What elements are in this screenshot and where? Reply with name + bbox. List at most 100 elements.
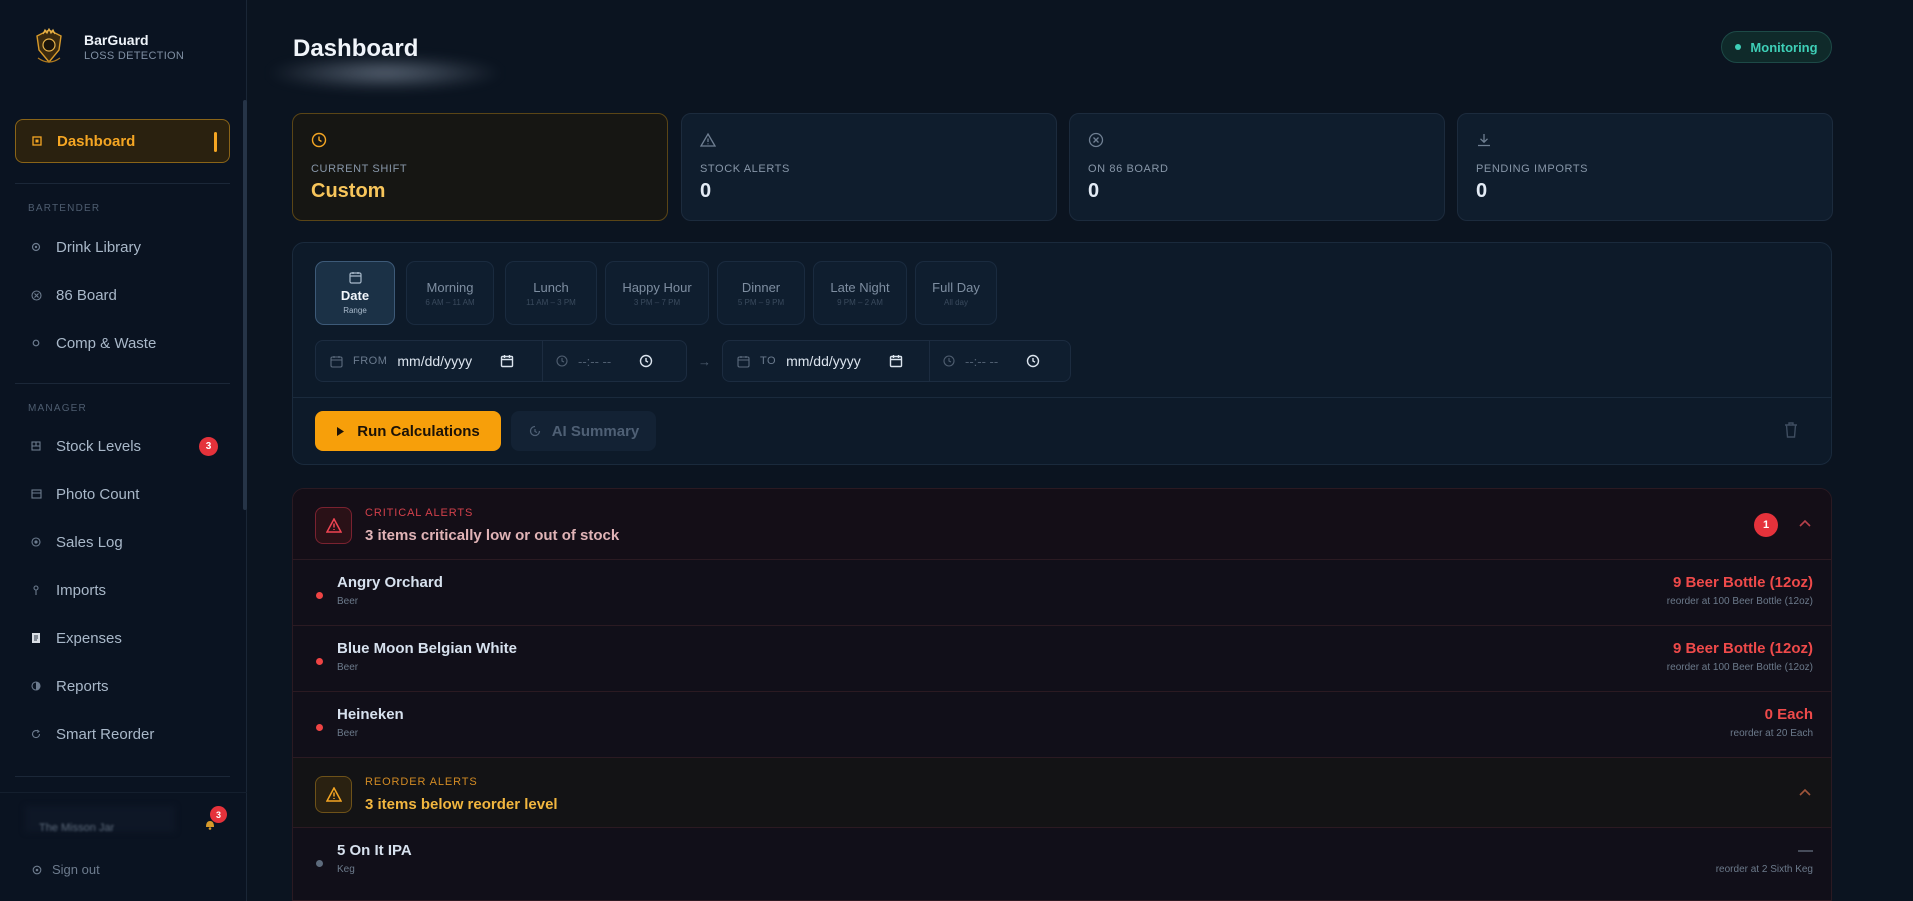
sidebar-item-86-board[interactable]: 86 Board (15, 273, 230, 317)
time-picker-icon[interactable] (1026, 354, 1040, 368)
reorder-alerts-kicker: REORDER ALERTS (365, 776, 478, 788)
calendar-picker-icon[interactable] (889, 354, 903, 368)
sidebar-item-label: Reports (56, 677, 109, 695)
sidebar-item-label: Stock Levels (56, 437, 142, 455)
shift-time: 11 AM – 3 PM (526, 297, 576, 307)
warning-icon (325, 518, 342, 533)
status-dot-icon (316, 724, 323, 731)
from-time-value: --:-- -- (578, 353, 612, 369)
sidebar-item-label: Smart Reorder (56, 725, 155, 743)
status-dot-icon (316, 658, 323, 665)
critical-alerts-subtitle: 3 items critically low or out of stock (365, 527, 620, 544)
chevron-up-icon[interactable] (1799, 519, 1811, 527)
shift-dinner-button[interactable]: Dinner 5 PM – 9 PM (717, 261, 805, 325)
table-row[interactable]: Heineken Beer 0 Each reorder at 20 Each (293, 691, 1831, 757)
table-row[interactable]: 5 On It IPA Keg — reorder at 2 Sixth Keg (293, 827, 1831, 893)
signout-link[interactable]: Sign out (32, 862, 100, 877)
square-dot-icon (31, 135, 43, 147)
time-picker-icon[interactable] (639, 354, 653, 368)
sidebar-item-label: Comp & Waste (56, 334, 157, 352)
stock-levels-badge: 3 (199, 437, 218, 456)
sidebar-item-label: 86 Board (56, 286, 117, 304)
stat-card-current-shift: CURRENT SHIFT Custom (292, 113, 668, 221)
stat-value: 0 (700, 180, 712, 202)
calendar-icon (330, 355, 343, 368)
chevron-up-icon[interactable] (1799, 788, 1811, 796)
target-icon (30, 536, 42, 548)
item-quantity: 9 Beer Bottle (12oz) (1672, 574, 1813, 591)
run-calculations-button[interactable]: Run Calculations (315, 411, 501, 451)
sidebar-scrollbar[interactable] (243, 100, 247, 510)
item-category: Beer (337, 596, 359, 607)
user-profile[interactable]: The Misson Jar 3 (15, 800, 230, 840)
shift-time: 3 PM – 7 PM (633, 297, 681, 307)
sidebar-item-dashboard[interactable]: Dashboard (15, 119, 230, 163)
shift-date-range-button[interactable]: Date Range (315, 261, 395, 325)
sidebar-item-imports[interactable]: Imports (15, 568, 230, 612)
section-label-manager: MANAGER (28, 403, 87, 414)
table-row[interactable]: Angry Orchard Beer 9 Beer Bottle (12oz) … (293, 559, 1831, 625)
critical-alerts-header[interactable]: CRITICAL ALERTS 3 items critically low o… (293, 489, 1831, 559)
from-range-group: FROM mm/dd/yyyy --:-- -- (315, 340, 687, 382)
settings-dot-icon (30, 241, 42, 253)
to-range-group: TO mm/dd/yyyy --:-- -- (722, 340, 1071, 382)
calendar-icon (348, 272, 362, 284)
user-name: The Misson Jar (39, 822, 115, 834)
monitoring-status-badge: Monitoring (1721, 31, 1832, 63)
sidebar-item-photo-count[interactable]: Photo Count (15, 472, 230, 516)
calendar-picker-icon[interactable] (500, 354, 514, 368)
shift-time: Range (343, 306, 367, 315)
item-quantity: 9 Beer Bottle (12oz) (1672, 640, 1813, 657)
circle-x-icon (30, 289, 42, 301)
box-icon (30, 440, 42, 452)
sidebar-item-stock-levels[interactable]: Stock Levels 3 (15, 424, 230, 468)
from-time-field[interactable]: --:-- -- (556, 341, 653, 381)
critical-count-badge: 1 (1754, 513, 1778, 537)
sidebar-item-label: Photo Count (56, 485, 140, 503)
sidebar-item-drink-library[interactable]: Drink Library (15, 225, 230, 269)
sidebar-item-reports[interactable]: Reports (15, 664, 230, 708)
divider (15, 383, 230, 384)
divider (0, 792, 247, 793)
shift-full-day-button[interactable]: Full Day All day (915, 261, 997, 325)
reorder-alerts-header[interactable]: REORDER ALERTS 3 items below reorder lev… (293, 757, 1831, 827)
shift-lunch-button[interactable]: Lunch 11 AM – 3 PM (505, 261, 597, 325)
item-name: Blue Moon Belgian White (337, 640, 517, 657)
item-reorder-level: reorder at 100 Beer Bottle (12oz) (1666, 662, 1813, 673)
item-quantity: — (1798, 842, 1813, 859)
to-time-value: --:-- -- (965, 353, 999, 369)
ai-summary-button[interactable]: AI Summary (511, 411, 656, 451)
sidebar: BarGuard LOSS DETECTION Dashboard BARTEN… (0, 0, 247, 901)
shift-morning-button[interactable]: Morning 6 AM – 11 AM (406, 261, 494, 325)
to-time-field[interactable]: --:-- -- (943, 341, 1040, 381)
shift-time: 5 PM – 9 PM (737, 297, 785, 307)
section-label-bartender: BARTENDER (28, 203, 101, 214)
sidebar-item-expenses[interactable]: Expenses (15, 616, 230, 660)
arrow-right-icon: → (698, 354, 711, 369)
sidebar-item-smart-reorder[interactable]: Smart Reorder (15, 712, 230, 756)
sidebar-item-sales-log[interactable]: Sales Log (15, 520, 230, 564)
item-category: Keg (337, 864, 355, 875)
image-icon (30, 488, 42, 500)
shift-happy-hour-button[interactable]: Happy Hour 3 PM – 7 PM (605, 261, 709, 325)
notification-badge: 3 (210, 806, 227, 823)
item-name: 5 On It IPA (337, 842, 412, 859)
to-date-field[interactable]: TO mm/dd/yyyy (737, 341, 903, 381)
item-quantity: 0 Each (1764, 706, 1813, 723)
status-dot-icon (316, 860, 323, 867)
table-row[interactable]: Blue Moon Belgian White Beer 9 Beer Bott… (293, 625, 1831, 691)
reorder-alerts-subtitle: 3 items below reorder level (365, 796, 558, 813)
stat-value: Custom (311, 180, 386, 202)
brand[interactable]: BarGuard LOSS DETECTION (28, 28, 184, 66)
item-reorder-level: reorder at 100 Beer Bottle (12oz) (1666, 596, 1813, 607)
from-date-field[interactable]: FROM mm/dd/yyyy (330, 341, 514, 381)
shift-late-night-button[interactable]: Late Night 9 PM – 2 AM (813, 261, 907, 325)
trash-icon[interactable] (1783, 421, 1799, 439)
sidebar-item-comp-waste[interactable]: Comp & Waste (15, 321, 230, 365)
shift-name: Happy Hour (622, 279, 692, 295)
sidebar-item-label: Drink Library (56, 238, 142, 256)
brand-name: BarGuard (84, 32, 149, 48)
item-reorder-level: reorder at 2 Sixth Keg (1715, 864, 1813, 875)
from-label: FROM (353, 355, 388, 367)
circle-x-icon (1088, 132, 1104, 148)
